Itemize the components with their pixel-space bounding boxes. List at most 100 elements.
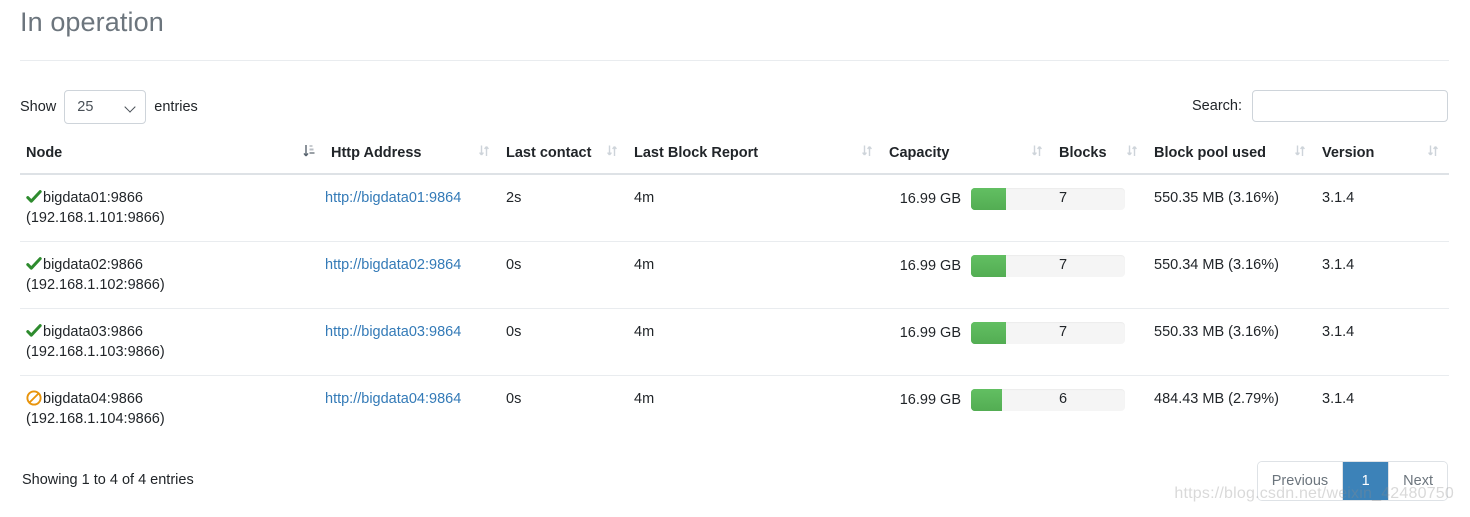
capacity-bar-fill [971, 255, 1007, 277]
check-icon [26, 323, 42, 339]
capacity-bar [971, 255, 1125, 277]
pagination-previous-button[interactable]: Previous [1257, 462, 1344, 500]
sort-none-icon [1126, 144, 1138, 158]
cell-http-address: http://bigdata03:9864 [325, 308, 500, 376]
column-header-last-block-report[interactable]: Last Block Report [628, 138, 883, 175]
cell-capacity: 16.99 GB [883, 375, 1125, 442]
column-header-blocks[interactable]: Blocks [1053, 138, 1148, 175]
entries-length-control: Show 25 entries [20, 90, 198, 124]
cell-block-pool-used: 550.34 MB (3.16%) [1148, 241, 1316, 309]
column-label: Capacity [889, 145, 950, 161]
cell-block-pool-used: 484.43 MB (2.79%) [1148, 375, 1316, 442]
capacity-bar [971, 322, 1125, 344]
cell-last-block-report: 4m [628, 375, 883, 442]
pagination-next-button[interactable]: Next [1389, 462, 1447, 500]
column-label: Blocks [1059, 145, 1107, 161]
node-name: bigdata01:9866 [43, 190, 143, 206]
search-control: Search: [1192, 90, 1448, 122]
capacity-bar-fill [971, 322, 1007, 344]
node-name: bigdata02:9866 [43, 257, 143, 273]
datanodes-table: Node Http Address Last contact Last Bloc… [20, 138, 1449, 442]
cell-version: 3.1.4 [1316, 241, 1449, 309]
column-header-last-contact[interactable]: Last contact [500, 138, 628, 175]
table-row: bigdata03:9866 (192.168.1.103:9866) http:/… [20, 308, 1449, 376]
cell-capacity: 16.99 GB [883, 241, 1125, 309]
column-label: Last contact [506, 145, 592, 161]
cell-last-block-report: 4m [628, 308, 883, 376]
search-input[interactable] [1252, 90, 1448, 122]
column-header-version[interactable]: Version [1316, 138, 1449, 175]
table-body: bigdata01:9866 (192.168.1.101:9866) http:/… [20, 174, 1449, 442]
table-info: Showing 1 to 4 of 4 entries [22, 472, 194, 488]
column-header-http-address[interactable]: Http Address [325, 138, 500, 175]
cell-block-pool-used: 550.33 MB (3.16%) [1148, 308, 1316, 376]
sort-none-icon [1427, 144, 1439, 158]
sort-none-icon [606, 144, 618, 158]
capacity-value: 16.99 GB [899, 325, 961, 341]
column-label: Http Address [331, 145, 422, 161]
capacity-bar [971, 188, 1125, 210]
cell-last-block-report: 4m [628, 241, 883, 309]
table-row: bigdata02:9866 (192.168.1.102:9866) http:/… [20, 241, 1449, 309]
node-address: (192.168.1.104:9866) [26, 411, 165, 427]
http-address-link[interactable]: http://bigdata04:9864 [325, 391, 461, 407]
search-label: Search: [1192, 98, 1242, 114]
cell-version: 3.1.4 [1316, 375, 1449, 442]
capacity-bar-fill [971, 188, 1007, 210]
cell-node: bigdata02:9866 (192.168.1.102:9866) [20, 241, 325, 309]
datanode-page: In operation Show 25 entries Search: Nod… [0, 0, 1470, 517]
capacity-value: 16.99 GB [899, 191, 961, 207]
ban-icon [26, 390, 42, 406]
entries-select-wrapper: 25 [64, 90, 147, 124]
column-label: Node [26, 145, 63, 161]
cell-http-address: http://bigdata02:9864 [325, 241, 500, 309]
column-header-block-pool-used[interactable]: Block pool used [1148, 138, 1316, 175]
cell-node: bigdata04:9866 (192.168.1.104:9866) [20, 375, 325, 442]
cell-node: bigdata01:9866 (192.168.1.101:9866) [20, 174, 325, 242]
column-label: Block pool used [1154, 145, 1266, 161]
cell-http-address: http://bigdata01:9864 [325, 174, 500, 242]
cell-node: bigdata03:9866 (192.168.1.103:9866) [20, 308, 325, 376]
sort-none-icon [1031, 144, 1043, 158]
cell-version: 3.1.4 [1316, 308, 1449, 376]
node-name: bigdata03:9866 [43, 324, 143, 340]
column-header-node[interactable]: Node [20, 138, 325, 175]
page-title: In operation [20, 7, 164, 37]
entries-select[interactable]: 25 [64, 90, 147, 124]
capacity-value: 16.99 GB [899, 392, 961, 408]
sort-none-icon [478, 144, 490, 158]
capacity-bar [971, 389, 1125, 411]
cell-http-address: http://bigdata04:9864 [325, 375, 500, 442]
cell-block-pool-used: 550.35 MB (3.16%) [1154, 190, 1279, 206]
table-row: bigdata01:9866 (192.168.1.101:9866) http:/… [20, 174, 1449, 242]
table-row: bigdata04:9866 (192.168.1.104:9866) http:/… [20, 375, 1449, 442]
cell-last-contact: 0s [500, 308, 628, 376]
check-icon [26, 256, 42, 272]
cell-last-contact: 0s [500, 241, 628, 309]
capacity-value: 16.99 GB [899, 258, 961, 274]
pagination: Previous 1 Next [1256, 461, 1448, 501]
entries-label: entries [154, 99, 198, 115]
table-header-row: Node Http Address Last contact Last Bloc… [20, 138, 1449, 175]
node-address: (192.168.1.101:9866) [26, 210, 165, 226]
cell-last-block-report: 4m [634, 190, 655, 206]
check-icon [26, 189, 42, 205]
table-head: Node Http Address Last contact Last Bloc… [20, 138, 1449, 175]
node-address: (192.168.1.102:9866) [26, 277, 165, 293]
sort-asc-icon [303, 144, 315, 158]
http-address-link[interactable]: http://bigdata03:9864 [325, 324, 461, 340]
column-header-capacity[interactable]: Capacity [883, 138, 1053, 175]
capacity-bar-fill [971, 389, 1002, 411]
sort-none-icon [1294, 144, 1306, 158]
node-address: (192.168.1.103:9866) [26, 344, 165, 360]
pagination-page-1-button[interactable]: 1 [1343, 462, 1390, 500]
cell-last-contact: 0s [500, 375, 628, 442]
http-address-link[interactable]: http://bigdata02:9864 [325, 257, 461, 273]
http-address-link[interactable]: http://bigdata01:9864 [325, 190, 461, 206]
sort-none-icon [861, 144, 873, 158]
column-label: Version [1322, 145, 1375, 161]
show-label: Show [20, 99, 57, 115]
cell-version: 3.1.4 [1322, 190, 1355, 206]
cell-capacity: 16.99 GB [883, 308, 1125, 376]
cell-last-contact: 2s [506, 190, 522, 206]
